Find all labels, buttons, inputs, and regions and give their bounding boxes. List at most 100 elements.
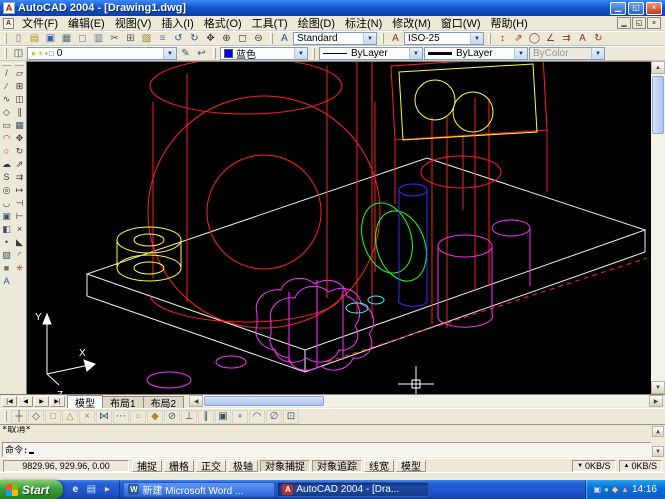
- polyline-icon[interactable]: ∿: [0, 93, 13, 106]
- region-icon[interactable]: ■: [0, 262, 13, 275]
- ellipse-icon[interactable]: ◎: [0, 184, 13, 197]
- snap-insert-icon[interactable]: ▣: [215, 410, 231, 424]
- match-properties-icon[interactable]: ≡: [155, 32, 170, 45]
- scroll-up-icon[interactable]: ▲: [651, 61, 665, 74]
- snap-nearest-icon[interactable]: ◠: [249, 410, 265, 424]
- toolbar-drag-handle[interactable]: [312, 48, 315, 59]
- offset-icon[interactable]: ∥: [13, 106, 26, 119]
- toggle-ortho[interactable]: 正交: [196, 460, 226, 472]
- cut-icon[interactable]: ✂: [107, 32, 122, 45]
- dim-style-icon[interactable]: A: [388, 32, 403, 45]
- restore-button[interactable]: ◱: [628, 2, 644, 15]
- snap-extension-icon[interactable]: ⋯: [113, 410, 129, 424]
- color-combo[interactable]: 蓝色 ▼: [220, 47, 308, 60]
- chevron-down-icon[interactable]: ▼: [514, 48, 527, 59]
- tab-model[interactable]: 模型: [67, 395, 103, 408]
- dim-continue-icon[interactable]: ⇉: [559, 32, 574, 45]
- toolbar-drag-handle[interactable]: [381, 33, 384, 44]
- task-word[interactable]: W 新建 Microsoft Word ...: [123, 482, 275, 497]
- toolbar-drag-handle[interactable]: [488, 33, 491, 44]
- command-scrollbar[interactable]: ▲ ▼: [652, 426, 664, 457]
- dim-text-icon[interactable]: A: [575, 32, 590, 45]
- multiline-text-icon[interactable]: A: [0, 275, 13, 288]
- array-icon[interactable]: ▦: [13, 119, 26, 132]
- undo-icon[interactable]: ↺: [171, 32, 186, 45]
- doc-minimize-button[interactable]: ▁: [617, 17, 631, 29]
- media-player-icon[interactable]: ▸: [100, 483, 114, 497]
- toggle-model[interactable]: 模型: [396, 460, 426, 472]
- zoom-previous-icon[interactable]: ⊖: [251, 32, 266, 45]
- vertical-scrollbar[interactable]: ▲ ▼: [651, 61, 665, 394]
- dim-radius-icon[interactable]: ◯: [527, 32, 542, 45]
- horizontal-scroll-track[interactable]: [325, 395, 649, 407]
- extend-icon[interactable]: ⊢: [13, 210, 26, 223]
- tab-layout1[interactable]: 布局1: [102, 396, 144, 408]
- temp-track-point-icon[interactable]: ┼: [11, 410, 27, 424]
- toggle-osnap[interactable]: 对象捕捉: [260, 460, 310, 472]
- start-button[interactable]: Start: [0, 480, 63, 499]
- menu-window[interactable]: 窗口(W): [436, 16, 486, 30]
- save-icon[interactable]: ▣: [43, 32, 58, 45]
- chevron-down-icon[interactable]: ▼: [294, 48, 307, 59]
- toolbar-drag-handle[interactable]: [2, 63, 11, 66]
- snap-intersection-icon[interactable]: ×: [79, 410, 95, 424]
- menu-modify[interactable]: 修改(M): [387, 16, 436, 30]
- layer-previous-icon[interactable]: ↩: [194, 47, 209, 60]
- doc-restore-button[interactable]: ◱: [632, 17, 646, 29]
- zoom-realtime-icon[interactable]: ⊕: [219, 32, 234, 45]
- close-button[interactable]: ×: [646, 2, 662, 15]
- menu-dimension[interactable]: 标注(N): [340, 16, 387, 30]
- menu-insert[interactable]: 插入(I): [156, 16, 198, 30]
- revision-cloud-icon[interactable]: ☁: [0, 158, 13, 171]
- toggle-lineweight[interactable]: 线宽: [364, 460, 394, 472]
- erase-icon[interactable]: ▱: [13, 67, 26, 80]
- insert-block-icon[interactable]: ▣: [0, 210, 13, 223]
- fillet-icon[interactable]: ◜: [13, 249, 26, 262]
- vertical-scroll-thumb[interactable]: [652, 76, 664, 134]
- dim-angular-icon[interactable]: ∠: [543, 32, 558, 45]
- toolbar-drag-handle[interactable]: [4, 411, 7, 422]
- chevron-down-icon[interactable]: ▼: [409, 48, 422, 59]
- move-icon[interactable]: ✥: [13, 132, 26, 145]
- menu-format[interactable]: 格式(O): [199, 16, 247, 30]
- drawing-canvas[interactable]: Y X Z: [26, 61, 651, 394]
- menu-draw[interactable]: 绘图(D): [293, 16, 340, 30]
- tray-icon-im[interactable]: ◆: [612, 486, 618, 494]
- toolbar-drag-handle[interactable]: [15, 63, 24, 66]
- line-icon[interactable]: /: [0, 67, 13, 80]
- snap-node-icon[interactable]: ∘: [232, 410, 248, 424]
- toolbar-drag-handle[interactable]: [213, 48, 216, 59]
- copy-icon[interactable]: ⊞: [123, 32, 138, 45]
- circle-icon[interactable]: ○: [0, 145, 13, 158]
- tray-icon-volume[interactable]: ▲: [621, 486, 629, 494]
- linetype-combo[interactable]: ByLayer ▼: [319, 47, 423, 60]
- copy-object-icon[interactable]: ⊞: [13, 80, 26, 93]
- toggle-otrack[interactable]: 对象追踪: [312, 460, 362, 472]
- scale-icon[interactable]: ⇗: [13, 158, 26, 171]
- snap-midpoint-icon[interactable]: △: [62, 410, 78, 424]
- scroll-down-icon[interactable]: ▼: [651, 381, 665, 394]
- tab-nav-last[interactable]: ▶|: [50, 396, 65, 407]
- tray-icon-display[interactable]: ▣: [593, 486, 601, 494]
- paste-icon[interactable]: ▧: [139, 32, 154, 45]
- lineweight-combo[interactable]: ByLayer ▼: [424, 47, 528, 60]
- tab-layout2[interactable]: 布局2: [143, 396, 185, 408]
- show-desktop-icon[interactable]: ▤: [84, 483, 98, 497]
- snap-parallel-icon[interactable]: ∥: [198, 410, 214, 424]
- horizontal-scrollbar[interactable]: ◀ ▶: [189, 395, 663, 407]
- ellipse-arc-icon[interactable]: ◡: [0, 197, 13, 210]
- menu-view[interactable]: 视图(V): [110, 16, 157, 30]
- trim-icon[interactable]: ⊣: [13, 197, 26, 210]
- new-icon[interactable]: ▯: [11, 32, 26, 45]
- make-object-layer-current-icon[interactable]: ✎: [178, 47, 193, 60]
- rotate-icon[interactable]: ↻: [13, 145, 26, 158]
- lengthen-icon[interactable]: ↦: [13, 184, 26, 197]
- tab-nav-first[interactable]: |◀: [2, 396, 17, 407]
- doc-close-button[interactable]: ×: [647, 17, 661, 29]
- scroll-right-icon[interactable]: ▶: [649, 395, 663, 407]
- command-input[interactable]: 命令:: [2, 442, 651, 457]
- menu-help[interactable]: 帮助(H): [486, 16, 533, 30]
- snap-perpendicular-icon[interactable]: ⊥: [181, 410, 197, 424]
- arc-icon[interactable]: ◠: [0, 132, 13, 145]
- snap-endpoint-icon[interactable]: □: [45, 410, 61, 424]
